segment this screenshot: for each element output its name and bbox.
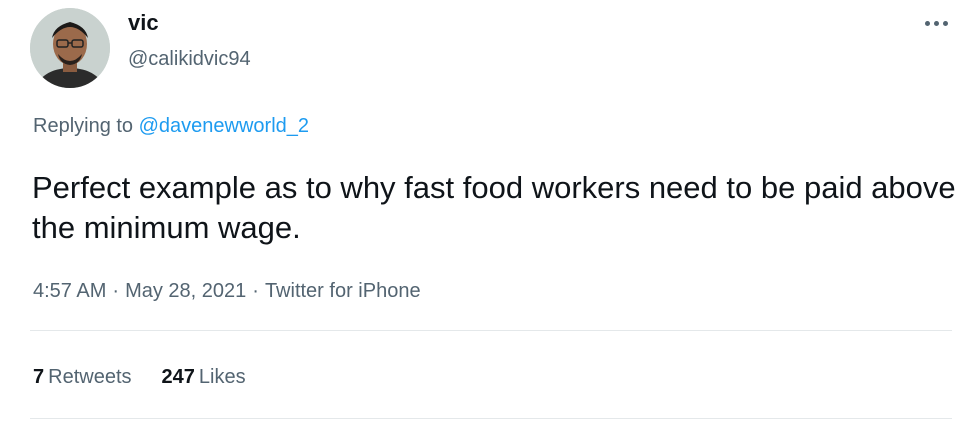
tweet-time[interactable]: 4:57 AM: [33, 280, 106, 302]
tweet-meta: 4:57 AM · May 28, 2021 · Twitter for iPhone: [33, 281, 421, 301]
likes-label: Likes: [198, 366, 246, 388]
more-options-icon[interactable]: [916, 10, 956, 36]
tweet-date[interactable]: May 28, 2021: [125, 280, 246, 302]
replying-to-label: Replying to: [33, 115, 139, 137]
tweet-source: Twitter for iPhone: [264, 280, 421, 302]
retweets-label: Retweets: [48, 366, 132, 388]
author-avatar[interactable]: [30, 8, 110, 88]
author-handle[interactable]: @calikidvic94: [128, 49, 251, 69]
tweet-card: vic @calikidvic94 Replying to @davenewwo…: [0, 0, 980, 426]
meta-separator: ·: [252, 280, 259, 302]
replying-to-line: Replying to @davenewworld_2: [33, 116, 309, 136]
dot: [942, 20, 948, 26]
tweet-stats: 7 Retweets 247 Likes: [33, 367, 276, 387]
divider: [30, 418, 952, 419]
likes-count: 247: [161, 366, 195, 388]
likes-stat[interactable]: 247 Likes: [162, 367, 246, 387]
divider: [30, 330, 952, 331]
author-display-name[interactable]: vic: [128, 12, 159, 34]
retweets-stat[interactable]: 7 Retweets: [33, 367, 132, 387]
reply-mention-link[interactable]: @davenewworld_2: [139, 115, 309, 137]
retweets-count: 7: [33, 366, 45, 388]
tweet-text: Perfect example as to why fast food work…: [32, 170, 956, 245]
meta-separator: ·: [112, 280, 120, 302]
dot: [933, 20, 939, 26]
dot: [924, 20, 930, 26]
avatar-image: [30, 8, 110, 88]
